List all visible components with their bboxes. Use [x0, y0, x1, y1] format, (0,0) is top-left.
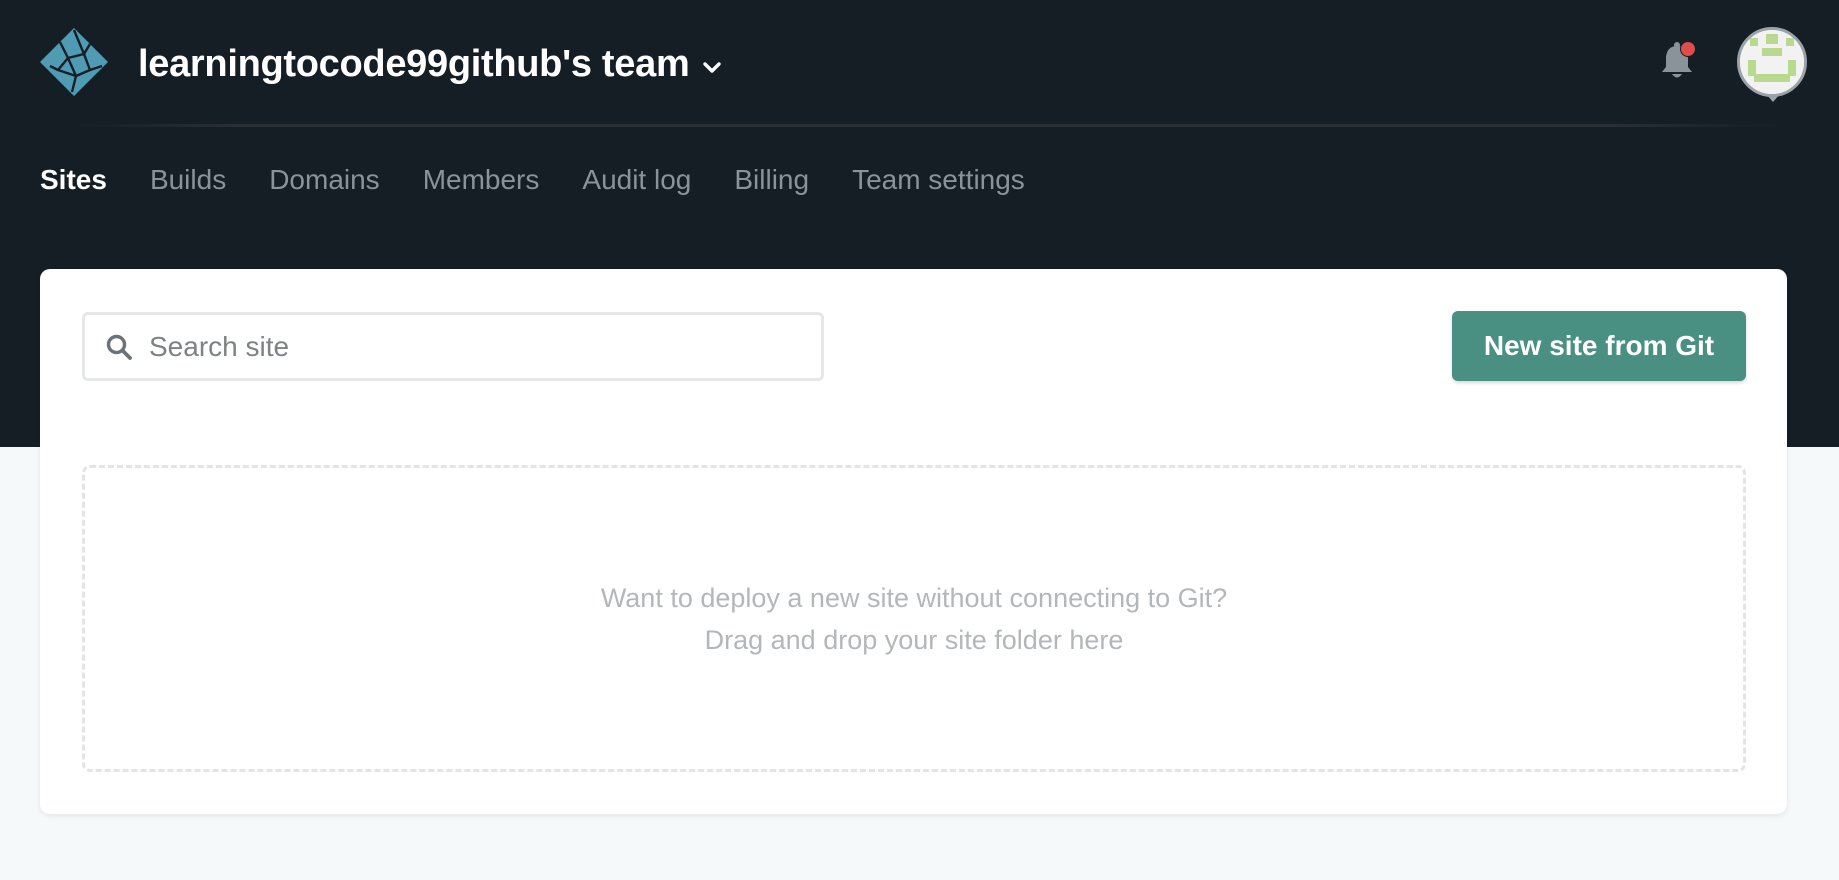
team-switcher[interactable]: learningtocode99github's team — [138, 38, 723, 90]
chevron-down-icon — [703, 62, 722, 73]
search-box[interactable] — [82, 312, 824, 381]
tab-domains[interactable]: Domains — [269, 158, 379, 202]
tab-sites[interactable]: Sites — [40, 158, 107, 202]
sites-card: New site from Git Want to deploy a new s… — [40, 269, 1787, 814]
new-site-from-git-button[interactable]: New site from Git — [1452, 311, 1746, 381]
search-icon — [106, 334, 132, 360]
user-avatar-icon[interactable] — [1737, 27, 1807, 97]
app-page: learningtocode99github's team Sites Buil… — [0, 0, 1839, 880]
avatar-pattern — [1740, 30, 1804, 94]
notification-badge — [1680, 41, 1696, 57]
tab-audit-log[interactable]: Audit log — [582, 158, 691, 202]
tab-builds[interactable]: Builds — [150, 158, 226, 202]
netlify-logo-icon[interactable] — [38, 26, 110, 98]
tab-billing[interactable]: Billing — [734, 158, 809, 202]
team-name: learningtocode99github's team — [138, 43, 690, 85]
avatar-pointer — [1766, 94, 1780, 102]
tab-members[interactable]: Members — [423, 158, 540, 202]
top-bar: learningtocode99github's team — [0, 0, 1839, 125]
header-divider — [70, 124, 1780, 127]
tab-team-settings[interactable]: Team settings — [852, 158, 1025, 202]
search-input[interactable] — [147, 329, 791, 364]
dropzone-instruction: Drag and drop your site folder here — [704, 624, 1124, 655]
dropzone-prompt: Want to deploy a new site without connec… — [600, 582, 1228, 613]
team-nav-tabs: Sites Builds Domains Members Audit log B… — [40, 158, 1025, 202]
site-dropzone[interactable]: Want to deploy a new site without connec… — [82, 465, 1746, 772]
